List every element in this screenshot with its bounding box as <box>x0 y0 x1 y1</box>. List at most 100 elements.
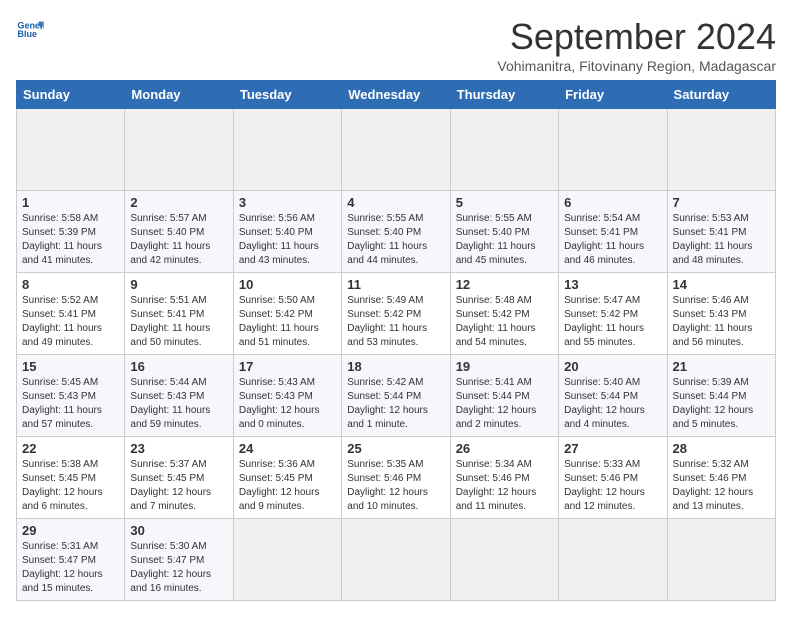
day-number: 17 <box>239 359 336 374</box>
weekday-header-saturday: Saturday <box>667 81 775 109</box>
day-number: 22 <box>22 441 119 456</box>
calendar-cell: 5 Sunrise: 5:55 AMSunset: 5:40 PMDaylight… <box>450 191 558 273</box>
weekday-header-sunday: Sunday <box>17 81 125 109</box>
day-info: Sunrise: 5:49 AMSunset: 5:42 PMDaylight:… <box>347 294 444 350</box>
weekday-header-thursday: Thursday <box>450 81 558 109</box>
day-info: Sunrise: 5:55 AMSunset: 5:40 PMDaylight:… <box>347 212 444 268</box>
calendar-cell <box>559 109 667 191</box>
day-number: 7 <box>673 195 770 210</box>
day-info: Sunrise: 5:48 AMSunset: 5:42 PMDaylight:… <box>456 294 553 350</box>
calendar-cell: 27Sunrise: 5:33 AMSunset: 5:46 PMDayligh… <box>559 437 667 519</box>
calendar-cell: 8 Sunrise: 5:52 AMSunset: 5:41 PMDaylight… <box>17 273 125 355</box>
calendar-cell: 7 Sunrise: 5:53 AMSunset: 5:41 PMDaylight… <box>667 191 775 273</box>
day-info: Sunrise: 5:56 AMSunset: 5:40 PMDaylight:… <box>239 212 336 268</box>
title-section: September 2024 Vohimanitra, Fitovinany R… <box>497 16 776 74</box>
calendar-cell: 22 Sunrise: 5:38 AMSunset: 5:45 PMDayligh… <box>17 437 125 519</box>
day-info: Sunrise: 5:54 AMSunset: 5:41 PMDaylight:… <box>564 212 661 268</box>
calendar-cell: 6 Sunrise: 5:54 AMSunset: 5:41 PMDaylight… <box>559 191 667 273</box>
calendar-cell <box>667 519 775 601</box>
calendar-cell: 16Sunrise: 5:44 AMSunset: 5:43 PMDayligh… <box>125 355 233 437</box>
day-number: 12 <box>456 277 553 292</box>
day-number: 15 <box>22 359 119 374</box>
day-info: Sunrise: 5:45 AMSunset: 5:43 PMDaylight:… <box>22 376 119 432</box>
calendar-cell: 9Sunrise: 5:51 AMSunset: 5:41 PMDaylight… <box>125 273 233 355</box>
day-number: 1 <box>22 195 119 210</box>
day-info: Sunrise: 5:57 AMSunset: 5:40 PMDaylight:… <box>130 212 227 268</box>
day-info: Sunrise: 5:40 AMSunset: 5:44 PMDaylight:… <box>564 376 661 432</box>
day-number: 8 <box>22 277 119 292</box>
day-number: 20 <box>564 359 661 374</box>
day-number: 27 <box>564 441 661 456</box>
calendar-cell: 29Sunrise: 5:31 AMSunset: 5:47 PMDayligh… <box>17 519 125 601</box>
weekday-header-monday: Monday <box>125 81 233 109</box>
calendar-cell: 18 Sunrise: 5:42 AMSunset: 5:44 PMDayligh… <box>342 355 450 437</box>
calendar-cell <box>17 109 125 191</box>
weekday-header-tuesday: Tuesday <box>233 81 341 109</box>
day-info: Sunrise: 5:44 AMSunset: 5:43 PMDaylight:… <box>130 376 227 432</box>
day-info: Sunrise: 5:36 AMSunset: 5:45 PMDaylight:… <box>239 458 336 514</box>
calendar-cell: 13Sunrise: 5:47 AMSunset: 5:42 PMDayligh… <box>559 273 667 355</box>
calendar-cell: 20 Sunrise: 5:40 AMSunset: 5:44 PMDayligh… <box>559 355 667 437</box>
calendar-cell <box>125 109 233 191</box>
month-title: September 2024 <box>497 16 776 58</box>
svg-text:Blue: Blue <box>17 29 37 39</box>
day-info: Sunrise: 5:35 AMSunset: 5:46 PMDaylight:… <box>347 458 444 514</box>
day-info: Sunrise: 5:39 AMSunset: 5:44 PMDaylight:… <box>673 376 770 432</box>
day-number: 5 <box>456 195 553 210</box>
day-number: 3 <box>239 195 336 210</box>
calendar-cell: 3 Sunrise: 5:56 AMSunset: 5:40 PMDaylight… <box>233 191 341 273</box>
day-number: 25 <box>347 441 444 456</box>
day-number: 30 <box>130 523 227 538</box>
calendar-cell: 12 Sunrise: 5:48 AMSunset: 5:42 PMDayligh… <box>450 273 558 355</box>
day-number: 14 <box>673 277 770 292</box>
calendar-week-1 <box>17 109 776 191</box>
day-info: Sunrise: 5:53 AMSunset: 5:41 PMDaylight:… <box>673 212 770 268</box>
day-info: Sunrise: 5:32 AMSunset: 5:46 PMDaylight:… <box>673 458 770 514</box>
calendar-cell <box>450 519 558 601</box>
calendar-cell: 26 Sunrise: 5:34 AMSunset: 5:46 PMDayligh… <box>450 437 558 519</box>
calendar-week-3: 8 Sunrise: 5:52 AMSunset: 5:41 PMDaylight… <box>17 273 776 355</box>
calendar-cell <box>342 519 450 601</box>
calendar-cell: 24 Sunrise: 5:36 AMSunset: 5:45 PMDayligh… <box>233 437 341 519</box>
day-info: Sunrise: 5:38 AMSunset: 5:45 PMDaylight:… <box>22 458 119 514</box>
logo: General Blue <box>16 16 44 44</box>
day-number: 23 <box>130 441 227 456</box>
day-number: 11 <box>347 277 444 292</box>
day-info: Sunrise: 5:34 AMSunset: 5:46 PMDaylight:… <box>456 458 553 514</box>
calendar-cell: 4 Sunrise: 5:55 AMSunset: 5:40 PMDaylight… <box>342 191 450 273</box>
day-number: 28 <box>673 441 770 456</box>
day-number: 10 <box>239 277 336 292</box>
day-info: Sunrise: 5:37 AMSunset: 5:45 PMDaylight:… <box>130 458 227 514</box>
day-number: 2 <box>130 195 227 210</box>
day-info: Sunrise: 5:42 AMSunset: 5:44 PMDaylight:… <box>347 376 444 432</box>
day-number: 24 <box>239 441 336 456</box>
calendar-cell: 21Sunrise: 5:39 AMSunset: 5:44 PMDayligh… <box>667 355 775 437</box>
day-info: Sunrise: 5:52 AMSunset: 5:41 PMDaylight:… <box>22 294 119 350</box>
day-number: 4 <box>347 195 444 210</box>
calendar-cell: 23 Sunrise: 5:37 AMSunset: 5:45 PMDayligh… <box>125 437 233 519</box>
calendar-week-6: 29Sunrise: 5:31 AMSunset: 5:47 PMDayligh… <box>17 519 776 601</box>
day-number: 26 <box>456 441 553 456</box>
day-number: 29 <box>22 523 119 538</box>
calendar-cell: 19Sunrise: 5:41 AMSunset: 5:44 PMDayligh… <box>450 355 558 437</box>
calendar-cell <box>667 109 775 191</box>
day-number: 6 <box>564 195 661 210</box>
weekday-header-friday: Friday <box>559 81 667 109</box>
day-info: Sunrise: 5:55 AMSunset: 5:40 PMDaylight:… <box>456 212 553 268</box>
day-number: 18 <box>347 359 444 374</box>
calendar-table: SundayMondayTuesdayWednesdayThursdayFrid… <box>16 80 776 601</box>
calendar-cell: 30Sunrise: 5:30 AMSunset: 5:47 PMDayligh… <box>125 519 233 601</box>
location-subtitle: Vohimanitra, Fitovinany Region, Madagasc… <box>497 58 776 74</box>
day-info: Sunrise: 5:58 AMSunset: 5:39 PMDaylight:… <box>22 212 119 268</box>
day-number: 9 <box>130 277 227 292</box>
day-info: Sunrise: 5:50 AMSunset: 5:42 PMDaylight:… <box>239 294 336 350</box>
calendar-week-4: 15 Sunrise: 5:45 AMSunset: 5:43 PMDayligh… <box>17 355 776 437</box>
calendar-cell: 11 Sunrise: 5:49 AMSunset: 5:42 PMDayligh… <box>342 273 450 355</box>
calendar-cell: 14Sunrise: 5:46 AMSunset: 5:43 PMDayligh… <box>667 273 775 355</box>
calendar-week-5: 22 Sunrise: 5:38 AMSunset: 5:45 PMDayligh… <box>17 437 776 519</box>
day-info: Sunrise: 5:43 AMSunset: 5:43 PMDaylight:… <box>239 376 336 432</box>
weekday-header-wednesday: Wednesday <box>342 81 450 109</box>
calendar-cell: 15 Sunrise: 5:45 AMSunset: 5:43 PMDayligh… <box>17 355 125 437</box>
calendar-cell: 28 Sunrise: 5:32 AMSunset: 5:46 PMDayligh… <box>667 437 775 519</box>
day-number: 19 <box>456 359 553 374</box>
